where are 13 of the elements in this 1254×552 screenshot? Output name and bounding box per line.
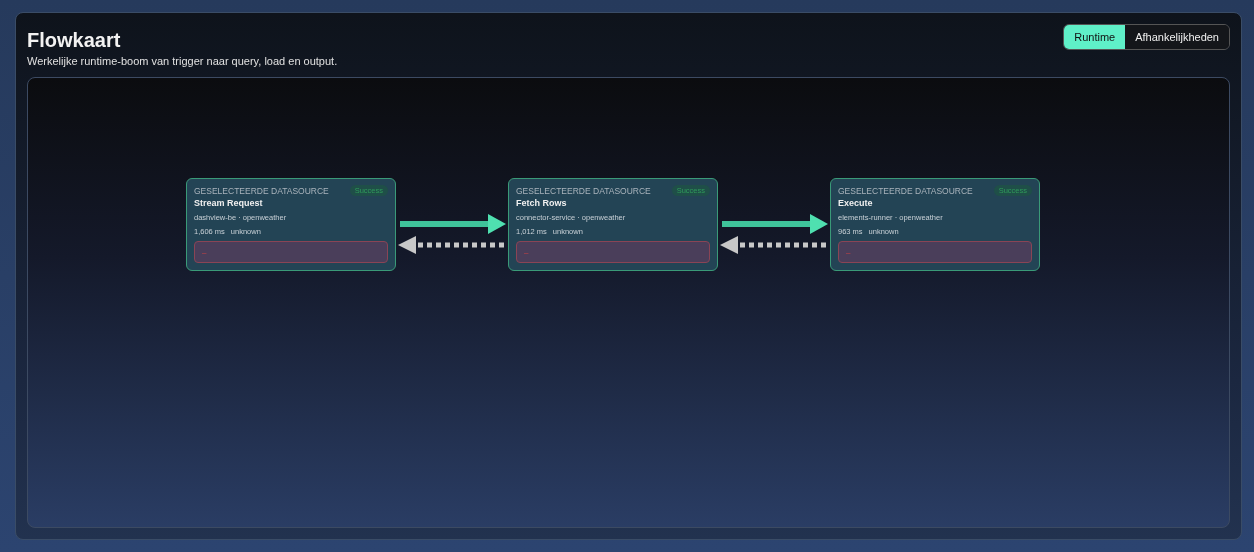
node-title: Fetch Rows [516,198,568,208]
node-title: Stream Request [194,198,264,208]
page-subtitle: Werkelijke runtime-boom van trigger naar query, load en output. [27,55,338,67]
page-title: Flowkaart [27,28,122,53]
view-tab[interactable]: Runtime [1064,25,1126,49]
error-text: – [846,247,851,257]
node-category: GESELECTEERDE DATASOURCE [516,185,651,196]
node-title: Execute [838,198,874,208]
error-text: – [524,247,529,257]
error-text: – [202,247,207,257]
node-category: GESELECTEERDE DATASOURCE [838,185,973,196]
view-tab[interactable]: Afhankelijkheden [1125,25,1229,49]
node-category: GESELECTEERDE DATASOURCE [194,185,329,196]
